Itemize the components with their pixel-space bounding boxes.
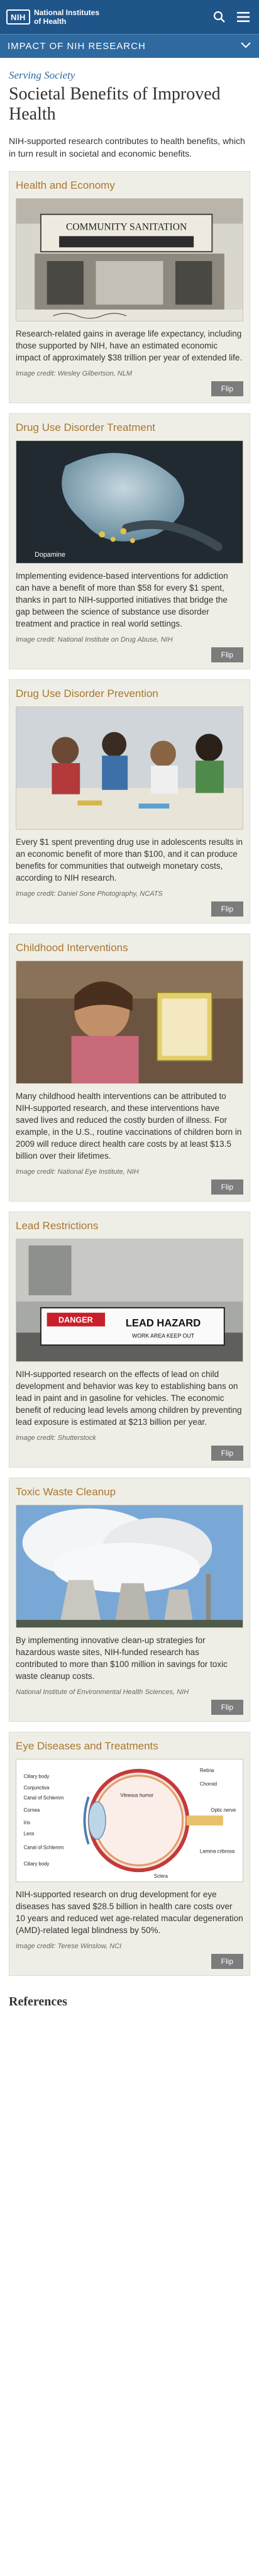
logo-line-2: of Health — [34, 17, 67, 26]
references-heading: References — [9, 1995, 67, 2009]
card-childhood-interventions: Childhood Interventions Many childhood h… — [9, 934, 250, 1202]
eye-label: Cornea — [24, 1807, 40, 1813]
eye-label: Vitreous humor — [120, 1792, 153, 1798]
image-credit: Image credit: Terese Winslow, NCI — [16, 1943, 122, 1950]
card-toxic-waste-cleanup: Toxic Waste Cleanup By implementing inno… — [9, 1478, 250, 1722]
logo-text: National Institutes of Health — [34, 8, 99, 26]
flip-button[interactable]: Flip — [211, 1446, 243, 1461]
eye-label: Canal of Schlemm — [24, 1795, 64, 1800]
eye-label: Sclera — [154, 1873, 168, 1879]
page-header: Serving Society Societal Benefits of Imp… — [0, 58, 259, 128]
lead-hazard-sign-photo: DANGER LEAD HAZARD WORK AREA KEEP OUT — [16, 1239, 243, 1362]
eye-label: Lamina cribrosa — [200, 1848, 235, 1854]
image-credit: Image credit: Wesley Gilbertson, NLM — [16, 370, 133, 377]
image-credit: Image credit: National Institute on Drug… — [16, 636, 173, 644]
card-title: Lead Restrictions — [16, 1220, 99, 1232]
card-text: Research-related gains in average life e… — [16, 329, 243, 362]
power-plant-photo — [16, 1505, 243, 1628]
flip-button[interactable]: Flip — [211, 1700, 243, 1715]
card-title: Toxic Waste Cleanup — [16, 1486, 116, 1498]
card-text: Many childhood health interventions can … — [16, 1091, 242, 1161]
children-classroom-photo — [16, 706, 243, 830]
card-title: Eye Diseases and Treatments — [16, 1740, 158, 1752]
child-reading-photo — [16, 961, 243, 1084]
page-eyebrow: Serving Society — [9, 69, 75, 81]
sanitation-sign-text: COMMUNITY SANITATION — [66, 221, 187, 232]
dopamine-label: Dopamine — [35, 551, 65, 559]
page-title: Societal Benefits of Improved Health — [9, 84, 221, 124]
community-sanitation-photo: COMMUNITY SANITATION — [16, 198, 243, 321]
card-text: NIH-supported research on the effects of… — [16, 1369, 242, 1427]
search-icon[interactable] — [210, 8, 229, 26]
menu-icon[interactable] — [234, 8, 253, 26]
flip-button[interactable]: Flip — [211, 381, 243, 396]
eye-label: Lens — [24, 1831, 35, 1837]
card-title: Childhood Interventions — [16, 942, 128, 954]
section-bar-label: Impact of NIH Research — [8, 41, 146, 52]
benefit-cards: Health and Economy COMMUNITY SANITATION … — [0, 171, 259, 1976]
eye-label: Ciliary body — [24, 1774, 50, 1780]
card-health-economy: Health and Economy COMMUNITY SANITATION … — [9, 171, 250, 403]
flip-button[interactable]: Flip — [211, 1179, 243, 1195]
site-header: NIH National Institutes of Health — [0, 0, 259, 34]
eye-label: Ciliary body — [24, 1861, 50, 1866]
page-intro: NIH-supported research contributes to he… — [9, 136, 245, 159]
card-text: Implementing evidence-based intervention… — [16, 571, 228, 628]
card-drug-use-prevention: Drug Use Disorder Prevention Every $1 sp… — [9, 679, 250, 923]
card-eye-diseases: Eye Diseases and Treatments Ciliary body… — [9, 1732, 250, 1976]
eye-label: Optic nerve — [211, 1807, 236, 1813]
eye-label: Conjunctiva — [24, 1785, 50, 1790]
image-credit: Image credit: National Eye Institute, NI… — [16, 1168, 139, 1176]
flip-button[interactable]: Flip — [211, 1954, 243, 1969]
image-credit: Image credit: Shutterstock — [16, 1434, 96, 1442]
card-title: Drug Use Disorder Prevention — [16, 688, 158, 700]
eye-label: Choroid — [200, 1781, 217, 1787]
card-text: NIH-supported research on drug developme… — [16, 1890, 243, 1935]
image-credit: National Institute of Environmental Heal… — [16, 1688, 189, 1696]
danger-label: DANGER — [58, 1315, 93, 1325]
card-text: Every $1 spent preventing drug use in ad… — [16, 837, 243, 883]
nih-logo[interactable]: NIH National Institutes of Health — [6, 8, 99, 26]
work-area-label: WORK AREA KEEP OUT — [132, 1332, 195, 1339]
flip-button[interactable]: Flip — [211, 901, 243, 917]
eye-anatomy-diagram: Ciliary body Conjunctiva Canal of Schlem… — [16, 1759, 243, 1882]
card-text: By implementing innovative clean-up stra… — [16, 1636, 228, 1681]
eye-label: Retina — [200, 1768, 214, 1773]
section-nav-toggle[interactable]: Impact of NIH Research — [0, 34, 259, 58]
card-drug-use-treatment: Drug Use Disorder Treatment Dopamine Imp… — [9, 413, 250, 669]
eye-label: Canal of Schlemm — [24, 1844, 64, 1850]
logo-line-1: National Institutes — [34, 8, 100, 17]
dopamine-receptor-illustration: Dopamine — [16, 440, 243, 564]
flip-button[interactable]: Flip — [211, 647, 243, 662]
chevron-down-icon — [240, 41, 251, 52]
logo-badge: NIH — [6, 9, 30, 25]
card-lead-restrictions: Lead Restrictions DANGER LEAD HAZARD WOR… — [9, 1212, 250, 1468]
card-title: Drug Use Disorder Treatment — [16, 421, 156, 433]
card-title: Health and Economy — [16, 179, 115, 191]
lead-hazard-label: LEAD HAZARD — [126, 1317, 201, 1329]
image-credit: Image credit: Daniel Sone Photography, N… — [16, 890, 163, 898]
eye-label: Iris — [24, 1820, 30, 1826]
